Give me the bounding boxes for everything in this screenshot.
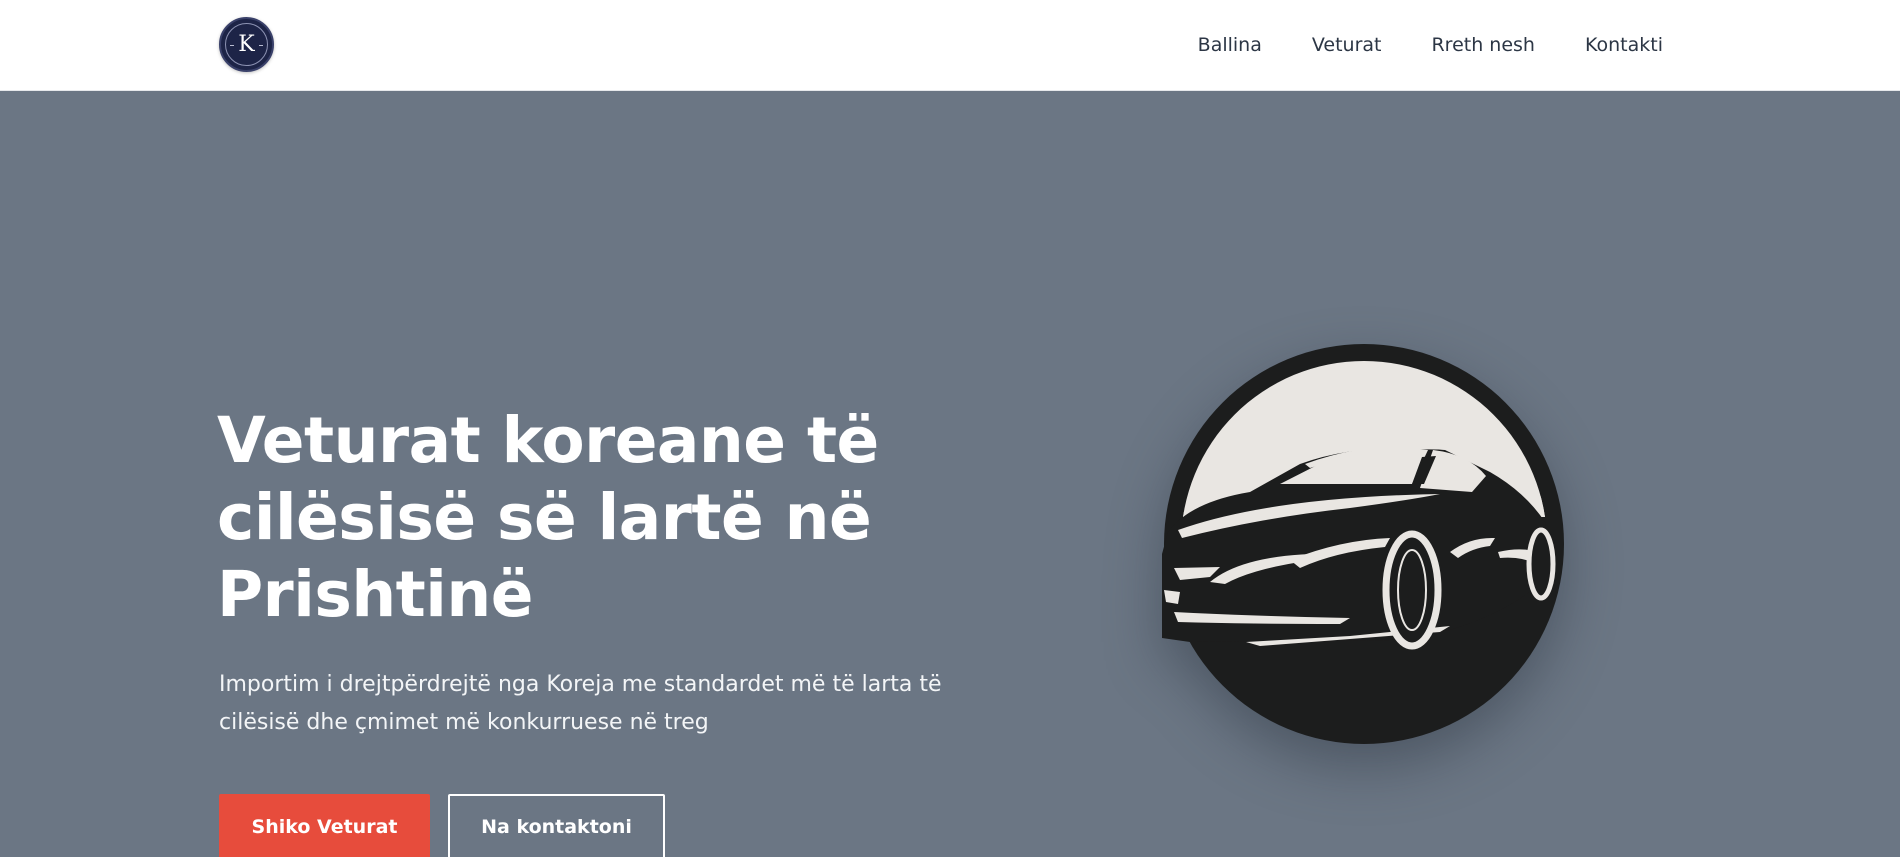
nav-link-rreth-nesh[interactable]: Rreth nesh (1431, 34, 1535, 56)
contact-us-button[interactable]: Na kontaktoni (448, 794, 665, 857)
car-emblem-icon (1162, 344, 1564, 744)
nav-link-ballina[interactable]: Ballina (1198, 34, 1262, 56)
hero-subtitle: Importim i drejtpërdrejtë nga Koreja me … (219, 672, 942, 735)
hero-title: Veturat koreane të cilësisë së lartë në … (217, 404, 879, 631)
site-header: K Ballina Veturat Rreth nesh Kontakti (0, 0, 1900, 91)
nav-link-kontakti[interactable]: Kontakti (1585, 34, 1663, 56)
main-nav: Ballina Veturat Rreth nesh Kontakti (1198, 0, 1663, 90)
nav-link-veturat[interactable]: Veturat (1312, 34, 1382, 56)
logo-letter: K (238, 31, 255, 57)
logo[interactable]: K (219, 17, 274, 72)
view-cars-button[interactable]: Shiko Veturat (219, 794, 430, 857)
